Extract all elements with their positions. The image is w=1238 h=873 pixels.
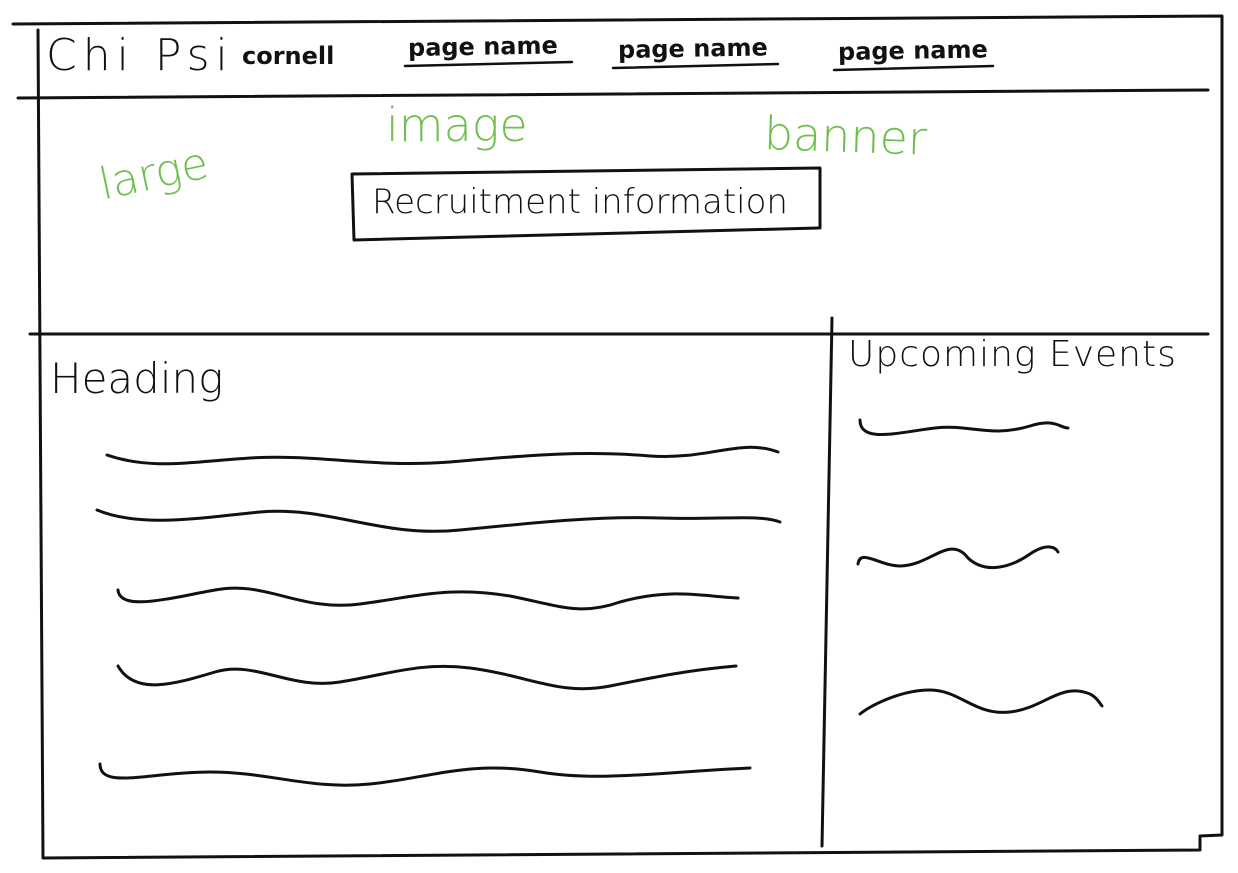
nav-underline-1 (403, 60, 574, 68)
header-divider (16, 88, 1210, 100)
wireframe-canvas (11, 14, 1224, 860)
text-line-placeholder (95, 508, 782, 533)
nav-underline-2 (611, 62, 780, 70)
text-line-placeholder (116, 664, 738, 691)
brand-subtitle: cornell (242, 42, 335, 70)
banner-annotation-banner: banner (763, 106, 928, 166)
sidebar-title: Upcoming Events (848, 334, 1177, 375)
event-line-placeholder (856, 545, 1060, 570)
text-line-placeholder (116, 586, 740, 611)
event-line-placeholder (858, 688, 1104, 716)
nav-link-2[interactable]: page name (618, 33, 768, 64)
nav-underline-3 (832, 64, 995, 72)
banner-annotation-image: image (386, 98, 528, 152)
brand-name[interactable]: Chi Psi (46, 30, 234, 81)
nav-link-1[interactable]: page name (408, 31, 558, 62)
sidebar-divider (820, 316, 834, 848)
main-heading: Heading (50, 354, 224, 403)
recruitment-info-button[interactable]: Recruitment information (372, 182, 788, 222)
event-line-placeholder (858, 418, 1070, 437)
text-line-placeholder (98, 762, 752, 787)
nav-link-3[interactable]: page name (838, 35, 988, 66)
text-line-placeholder (105, 445, 780, 466)
